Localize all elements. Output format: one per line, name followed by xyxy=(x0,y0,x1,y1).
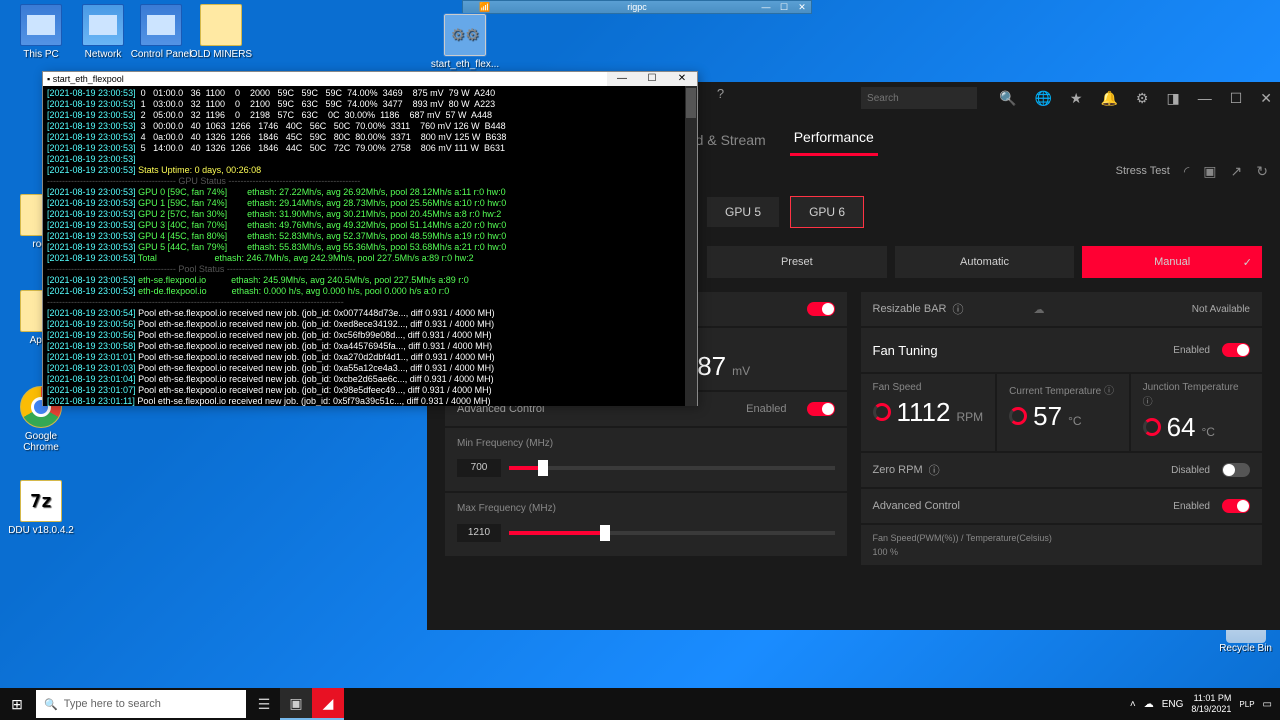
bell-icon[interactable]: 🔔 xyxy=(1100,90,1117,107)
maximize-icon[interactable]: ☐ xyxy=(1230,90,1243,107)
export-icon[interactable]: ↗ xyxy=(1231,163,1243,180)
gear-icon[interactable]: ⚙ xyxy=(1136,90,1149,107)
desktop-ddu[interactable]: 7zDDU v18.0.4.2 xyxy=(6,480,76,536)
start-button[interactable]: ⊞ xyxy=(0,688,34,720)
minimize-icon[interactable]: — xyxy=(607,72,637,86)
min-freq-track[interactable] xyxy=(509,466,835,470)
gpu-tuning-toggle[interactable] xyxy=(807,302,835,316)
tray-notifications-icon[interactable]: ▭ xyxy=(1263,699,1272,710)
signal-icon: 📶 xyxy=(479,1,490,13)
tab-record-stream[interactable]: rd & Stream xyxy=(687,124,770,156)
min-frequency-slider: Min Frequency (MHz) 700 xyxy=(445,428,847,491)
info-icon[interactable]: ⓘ xyxy=(929,462,940,478)
loading-icon: ◜ xyxy=(1184,163,1189,180)
maximize-icon[interactable]: ☐ xyxy=(637,72,667,86)
max-freq-track[interactable] xyxy=(509,531,835,535)
reset-icon[interactable]: ↻ xyxy=(1256,163,1268,180)
taskbar-cmd[interactable]: ▣ xyxy=(280,688,312,720)
info-icon[interactable]: ⓘ xyxy=(1104,386,1114,397)
minimize-icon[interactable]: — xyxy=(1198,90,1212,106)
taskbar-amd[interactable]: ◢ xyxy=(312,688,344,720)
resizable-bar-row: Resizable BARⓘ ☁ Not Available xyxy=(861,292,1263,326)
max-frequency-slider: Max Frequency (MHz) 1210 xyxy=(445,493,847,556)
bookmark-icon[interactable]: ★ xyxy=(1070,90,1083,107)
panel-icon[interactable]: ◨ xyxy=(1166,90,1179,107)
close-icon[interactable]: ✕ xyxy=(1260,90,1272,107)
tray-keyboard[interactable]: PLP xyxy=(1239,700,1254,709)
fan-advanced-control-row: Advanced Control Enabled xyxy=(861,489,1263,523)
junction-temp-metric: Junction Temperature ⓘ 64°C xyxy=(1131,374,1262,451)
help-icon[interactable]: ? xyxy=(717,86,724,101)
desktop-this-pc[interactable]: This PC xyxy=(6,4,76,60)
remote-host-name: rigpc xyxy=(627,1,647,13)
current-temp-metric: Current Temperature ⓘ 57°C xyxy=(997,374,1128,451)
copy-icon[interactable]: ▣ xyxy=(1203,163,1216,180)
taskbar-search[interactable]: 🔍Type here to search xyxy=(36,690,246,718)
manual-button[interactable]: Manual xyxy=(1082,246,1262,278)
maximize-icon[interactable]: ☐ xyxy=(775,1,793,13)
max-freq-value[interactable]: 1210 xyxy=(457,524,501,542)
advanced-control-toggle[interactable] xyxy=(807,402,835,416)
close-icon[interactable]: ✕ xyxy=(793,1,811,13)
zero-rpm-toggle[interactable] xyxy=(1222,463,1250,477)
desktop-start-eth-flex[interactable]: start_eth_flex... xyxy=(430,14,500,70)
tray-onedrive-icon[interactable]: ☁ xyxy=(1144,699,1154,710)
info-icon[interactable]: ⓘ xyxy=(952,301,963,317)
fan-tuning-row: Fan Tuning Enabled xyxy=(861,328,1263,372)
preset-button[interactable]: Preset xyxy=(707,246,887,278)
task-view-button[interactable]: ☰ xyxy=(248,688,280,720)
globe-icon[interactable]: 🌐 xyxy=(1034,90,1051,107)
zero-rpm-row: Zero RPMⓘ Disabled xyxy=(861,453,1263,487)
fan-tuning-toggle[interactable] xyxy=(1222,343,1250,357)
close-icon[interactable]: ✕ xyxy=(667,72,697,86)
fan-tuning-column: Resizable BARⓘ ☁ Not Available Fan Tunin… xyxy=(861,292,1263,565)
cmd-output[interactable]: [2021-08-19 23:00:53] 0 01:00.0 36 1100 … xyxy=(43,86,697,406)
cmd-title-text: start_eth_flexpool xyxy=(53,74,124,84)
cmd-window: ▪ start_eth_flexpool — ☐ ✕ [2021-08-19 2… xyxy=(42,71,698,406)
fan-curve-chart[interactable]: Fan Speed(PWM(%)) / Temperature(Celsius)… xyxy=(861,525,1263,565)
cmd-titlebar[interactable]: ▪ start_eth_flexpool — ☐ ✕ xyxy=(43,72,697,86)
scrollbar[interactable] xyxy=(685,86,697,406)
fan-advanced-toggle[interactable] xyxy=(1222,499,1250,513)
tab-performance[interactable]: Performance xyxy=(790,121,878,156)
gpu5-button[interactable]: GPU 5 xyxy=(707,197,779,227)
info-icon[interactable]: ⓘ xyxy=(1143,397,1153,408)
stress-test-label[interactable]: Stress Test xyxy=(1116,165,1170,177)
system-tray[interactable]: ˄ ☁ ENG 11:01 PM8/19/2021 PLP ▭ xyxy=(1130,693,1280,715)
tray-clock[interactable]: 11:01 PM8/19/2021 xyxy=(1191,693,1231,715)
taskbar: ⊞ 🔍Type here to search ☰ ▣ ◢ ˄ ☁ ENG 11:… xyxy=(0,688,1280,720)
tray-lang[interactable]: ENG xyxy=(1162,699,1184,710)
minimize-icon[interactable]: — xyxy=(757,1,775,13)
desktop-old-miners[interactable]: OLD MINERS xyxy=(186,4,256,60)
automatic-button[interactable]: Automatic xyxy=(895,246,1075,278)
tray-chevron-icon[interactable]: ˄ xyxy=(1130,699,1136,710)
cmd-icon: ▪ xyxy=(47,74,50,84)
gpu6-button[interactable]: GPU 6 xyxy=(790,196,864,228)
fan-speed-metric: Fan Speed 1112RPM xyxy=(861,374,996,451)
search-icon: 🔍 xyxy=(44,698,58,711)
anydesk-titlebar[interactable]: 📶 rigpc — ☐ ✕ xyxy=(462,0,812,14)
search-icon[interactable]: 🔍 xyxy=(999,90,1016,107)
search-input[interactable] xyxy=(861,87,977,109)
min-freq-value[interactable]: 700 xyxy=(457,459,501,477)
